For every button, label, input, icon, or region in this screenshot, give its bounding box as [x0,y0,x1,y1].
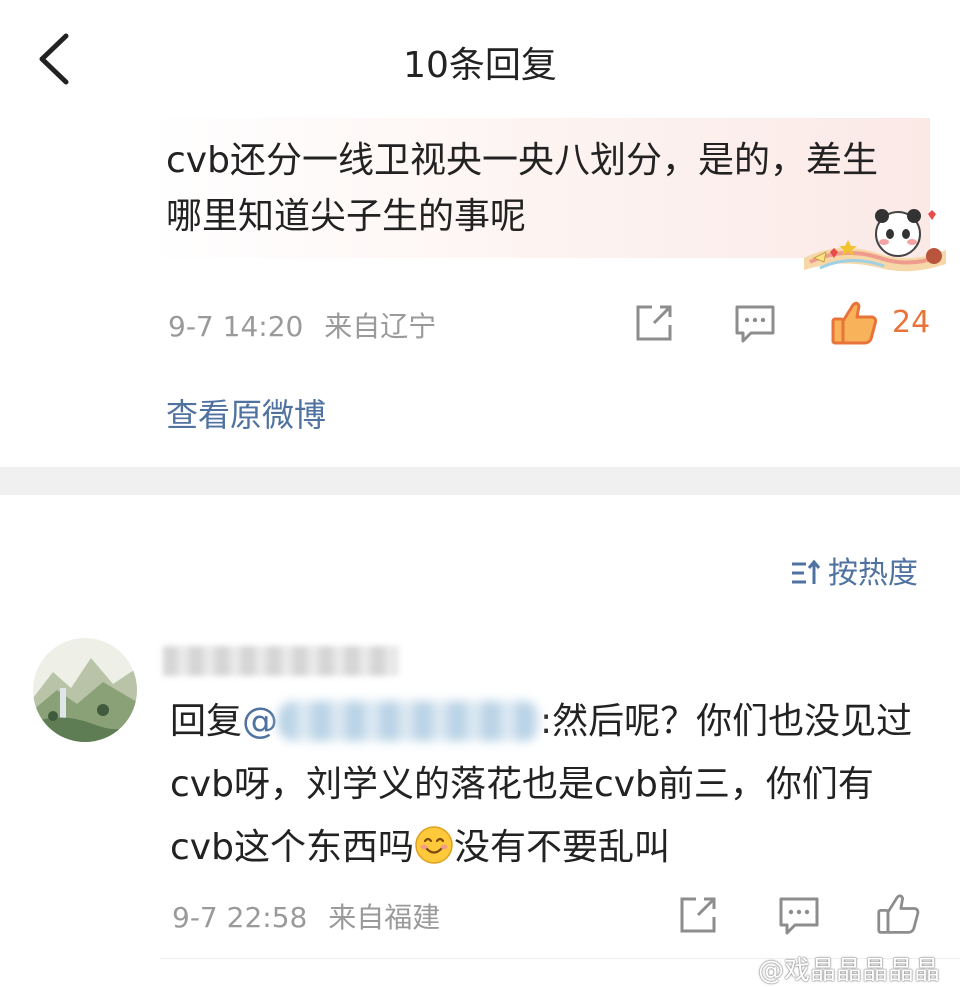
reply-like-button[interactable] [876,891,922,937]
reply-body-end: 没有不要乱叫 [453,827,670,868]
mention-at[interactable]: @ [242,701,278,742]
reply-comment-button[interactable] [777,893,821,937]
thumbs-up-icon [877,894,920,934]
page-title: 10条回复 [403,45,557,86]
reply-meta: 9-7 22:58 来自福建 [172,896,440,936]
username-redacted[interactable] [163,646,398,676]
panda-sticker-decoration [800,200,950,280]
share-box-icon [636,305,672,341]
thumbs-up-icon [831,301,878,345]
share-box-icon [680,897,716,933]
post-location: 来自辽宁 [324,310,437,343]
reply-date: 9-7 22:58 [172,901,308,934]
landscape-avatar-image [33,638,137,742]
like-count: 24 [892,305,931,340]
view-original-weibo-link[interactable]: 查看原微博 [166,390,326,436]
sort-label: 按热度 [828,556,918,591]
quoted-post-meta: 9-7 14:20 来自辽宁 [168,305,436,345]
sort-icon [792,559,821,584]
sort-by-hotness-button[interactable]: 按热度 [790,548,918,592]
section-divider [0,467,960,495]
smiley-emoji [414,822,454,864]
top-bar: 10条回复 [0,0,960,118]
weibo-watermark: @戏晶晶晶晶晶 [758,956,941,986]
quoted-post-text: cvb还分一线卫视央一央八划分，是的，差生哪里知道尖子生的事呢 [166,140,878,237]
reply-prefix: 回复 [170,701,243,742]
like-button-active[interactable] [830,299,880,347]
comment-button[interactable] [733,301,777,345]
post-date: 9-7 14:20 [168,310,304,343]
forward-button[interactable] [632,301,676,345]
mention-redacted[interactable] [278,701,541,741]
comment-bubble-icon [779,897,819,935]
reply-text: 回复@:然后呢？你们也没见过cvb呀，刘学义的落花也是cvb前三，你们有cvb这… [170,690,930,879]
reply-location: 来自福建 [328,901,441,934]
reply-forward-button[interactable] [676,893,720,937]
avatar[interactable] [33,638,137,742]
comment-bubble-icon [735,305,775,343]
